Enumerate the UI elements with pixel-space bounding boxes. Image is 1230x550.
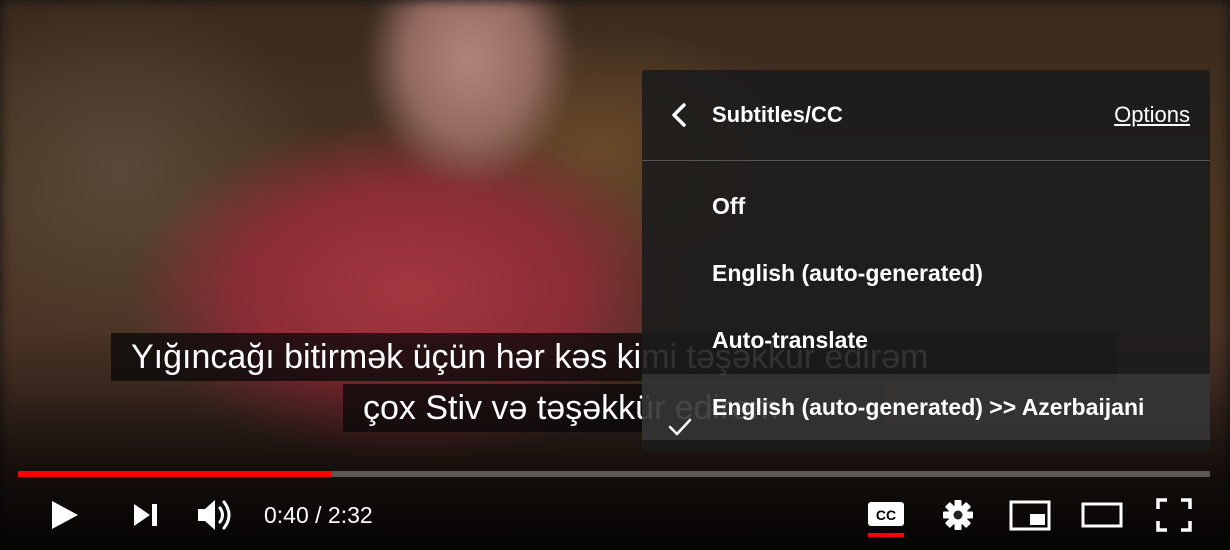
menu-item-auto-translate[interactable]: Auto-translate: [642, 307, 1210, 373]
subtitles-button[interactable]: CC: [866, 494, 906, 536]
volume-button[interactable]: [194, 494, 238, 536]
theater-mode-icon: [1080, 494, 1124, 536]
next-icon: [128, 494, 164, 536]
options-link[interactable]: Options: [1114, 102, 1190, 128]
theater-mode-button[interactable]: [1080, 494, 1124, 536]
time-display: 0:40 / 2:32: [264, 502, 373, 528]
progress-played: [18, 471, 332, 477]
cc-active-indicator: [868, 533, 904, 537]
video-player[interactable]: Yığıncağı bitirmək üçün hər kəs kimi təş…: [0, 0, 1230, 550]
menu-item-english-azerbaijani[interactable]: English (auto-generated) >> Azerbaijani: [642, 374, 1210, 440]
fullscreen-icon: [1154, 494, 1194, 536]
fullscreen-button[interactable]: [1154, 494, 1194, 536]
menu-item-label: English (auto-generated): [712, 260, 983, 286]
menu-header: Subtitles/CC Options: [642, 70, 1210, 161]
menu-item-english-auto[interactable]: English (auto-generated): [642, 240, 1210, 306]
subtitles-menu: Subtitles/CC Options Off English (auto-g…: [642, 70, 1210, 451]
volume-icon: [194, 494, 238, 536]
progress-bar[interactable]: [18, 471, 1210, 477]
menu-item-label: English (auto-generated) >> Azerbaijani: [712, 394, 1145, 420]
miniplayer-button[interactable]: [1008, 494, 1052, 536]
checkmark-icon: [668, 396, 692, 436]
settings-button[interactable]: [938, 494, 978, 536]
cc-icon: CC: [866, 494, 906, 536]
settings-gear-icon: [938, 494, 978, 536]
play-icon: [44, 494, 84, 536]
menu-item-label: Auto-translate: [712, 327, 868, 353]
next-button[interactable]: [128, 494, 164, 536]
miniplayer-icon: [1008, 494, 1052, 536]
back-chevron-icon[interactable]: [668, 102, 690, 128]
menu-item-label: Off: [712, 193, 746, 219]
menu-item-off[interactable]: Off: [642, 173, 1210, 239]
menu-title: Subtitles/CC: [712, 102, 843, 127]
svg-text:CC: CC: [876, 507, 896, 523]
play-button[interactable]: [44, 494, 84, 536]
